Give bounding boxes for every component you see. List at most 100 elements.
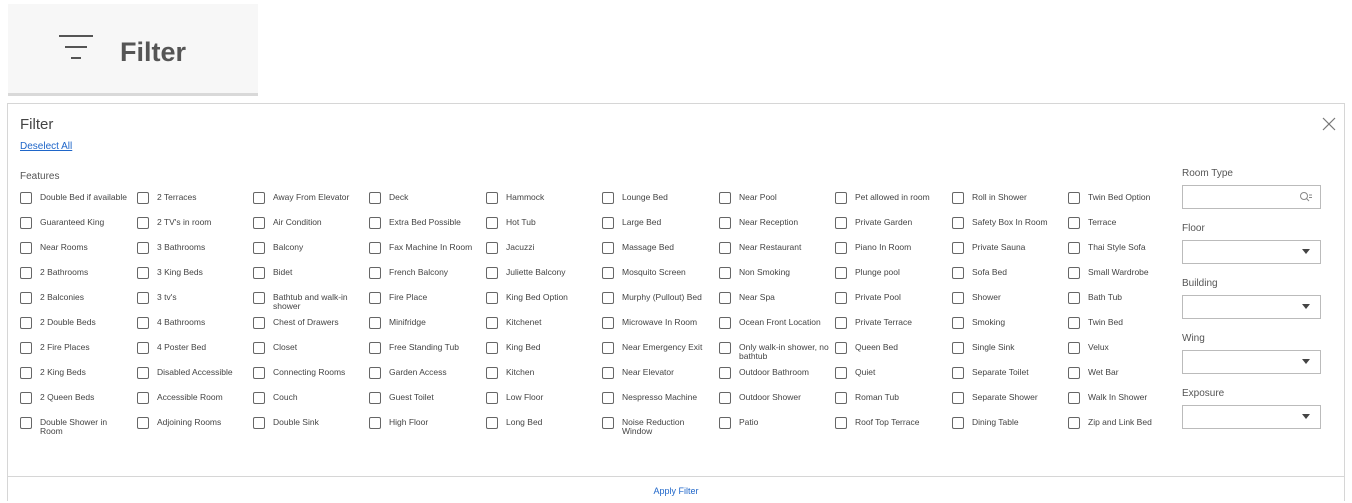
checkbox[interactable] [137,317,149,329]
checkbox[interactable] [602,242,614,254]
checkbox[interactable] [137,217,149,229]
feature-checkbox-item[interactable]: Air Condition [253,217,365,242]
feature-checkbox-item[interactable]: 2 Balconies [20,292,132,317]
checkbox[interactable] [369,192,381,204]
checkbox[interactable] [835,192,847,204]
feature-checkbox-item[interactable]: Velux [1068,342,1180,367]
feature-checkbox-item[interactable]: Small Wardrobe [1068,267,1180,292]
feature-checkbox-item[interactable]: High Floor [369,417,481,442]
feature-checkbox-item[interactable]: King Bed [486,342,598,367]
checkbox[interactable] [719,242,731,254]
checkbox[interactable] [369,217,381,229]
checkbox[interactable] [486,317,498,329]
checkbox[interactable] [952,417,964,429]
feature-checkbox-item[interactable]: Hot Tub [486,217,598,242]
feature-checkbox-item[interactable]: Massage Bed [602,242,714,267]
checkbox[interactable] [369,417,381,429]
feature-checkbox-item[interactable]: Smoking [952,317,1064,342]
feature-checkbox-item[interactable]: Guaranteed King [20,217,132,242]
checkbox[interactable] [486,417,498,429]
feature-checkbox-item[interactable]: Separate Toilet [952,367,1064,392]
feature-checkbox-item[interactable]: Private Terrace [835,317,947,342]
exposure-select[interactable] [1182,405,1321,429]
checkbox[interactable] [835,267,847,279]
checkbox[interactable] [369,342,381,354]
feature-checkbox-item[interactable]: Private Pool [835,292,947,317]
checkbox[interactable] [137,267,149,279]
feature-checkbox-item[interactable]: Separate Shower [952,392,1064,417]
feature-checkbox-item[interactable]: Connecting Rooms [253,367,365,392]
feature-checkbox-item[interactable]: Fax Machine In Room [369,242,481,267]
feature-checkbox-item[interactable]: 4 Bathrooms [137,317,249,342]
feature-checkbox-item[interactable]: Roll in Shower [952,192,1064,217]
room-type-search-input[interactable] [1182,185,1321,209]
feature-checkbox-item[interactable]: Near Elevator [602,367,714,392]
checkbox[interactable] [253,292,265,304]
checkbox[interactable] [1068,367,1080,379]
checkbox[interactable] [20,242,32,254]
feature-checkbox-item[interactable]: Kitchenet [486,317,598,342]
feature-checkbox-item[interactable]: Ocean Front Location [719,317,831,342]
checkbox[interactable] [253,417,265,429]
feature-checkbox-item[interactable]: Near Rooms [20,242,132,267]
feature-checkbox-item[interactable]: Jacuzzi [486,242,598,267]
checkbox[interactable] [369,292,381,304]
checkbox[interactable] [253,367,265,379]
checkbox[interactable] [369,242,381,254]
feature-checkbox-item[interactable]: 3 King Beds [137,267,249,292]
feature-checkbox-item[interactable]: 2 Terraces [137,192,249,217]
feature-checkbox-item[interactable]: Fire Place [369,292,481,317]
feature-checkbox-item[interactable]: Hammock [486,192,598,217]
feature-checkbox-item[interactable]: Single Sink [952,342,1064,367]
feature-checkbox-item[interactable]: Queen Bed [835,342,947,367]
feature-checkbox-item[interactable]: Walk In Shower [1068,392,1180,417]
checkbox[interactable] [602,192,614,204]
feature-checkbox-item[interactable]: Closet [253,342,365,367]
checkbox[interactable] [1068,217,1080,229]
filter-toggle-button[interactable]: Filter [8,4,258,96]
feature-checkbox-item[interactable]: Sofa Bed [952,267,1064,292]
checkbox[interactable] [952,342,964,354]
checkbox[interactable] [602,392,614,404]
checkbox[interactable] [20,292,32,304]
feature-checkbox-item[interactable]: Double Shower in Room [20,417,132,442]
checkbox[interactable] [719,417,731,429]
checkbox[interactable] [952,217,964,229]
checkbox[interactable] [602,367,614,379]
checkbox[interactable] [20,192,32,204]
checkbox[interactable] [20,367,32,379]
feature-checkbox-item[interactable]: Dining Table [952,417,1064,442]
feature-checkbox-item[interactable]: Away From Elevator [253,192,365,217]
checkbox[interactable] [719,267,731,279]
checkbox[interactable] [137,292,149,304]
feature-checkbox-item[interactable]: Quiet [835,367,947,392]
checkbox[interactable] [486,242,498,254]
feature-checkbox-item[interactable]: Bath Tub [1068,292,1180,317]
feature-checkbox-item[interactable]: 2 TV's in room [137,217,249,242]
checkbox[interactable] [602,342,614,354]
checkbox[interactable] [1068,267,1080,279]
feature-checkbox-item[interactable]: 2 Double Beds [20,317,132,342]
checkbox[interactable] [602,267,614,279]
floor-select[interactable] [1182,240,1321,264]
checkbox[interactable] [1068,417,1080,429]
checkbox[interactable] [137,242,149,254]
checkbox[interactable] [20,267,32,279]
close-icon[interactable] [1321,116,1337,132]
feature-checkbox-item[interactable]: Non Smoking [719,267,831,292]
feature-checkbox-item[interactable]: 3 tv's [137,292,249,317]
checkbox[interactable] [1068,392,1080,404]
checkbox[interactable] [369,317,381,329]
checkbox[interactable] [137,367,149,379]
checkbox[interactable] [1068,317,1080,329]
feature-checkbox-item[interactable]: Balcony [253,242,365,267]
feature-checkbox-item[interactable]: Juliette Balcony [486,267,598,292]
feature-checkbox-item[interactable]: Accessible Room [137,392,249,417]
checkbox[interactable] [20,317,32,329]
checkbox[interactable] [253,242,265,254]
checkbox[interactable] [952,317,964,329]
checkbox[interactable] [369,367,381,379]
checkbox[interactable] [835,392,847,404]
feature-checkbox-item[interactable]: Bathtub and walk-in shower [253,292,365,317]
checkbox[interactable] [719,217,731,229]
